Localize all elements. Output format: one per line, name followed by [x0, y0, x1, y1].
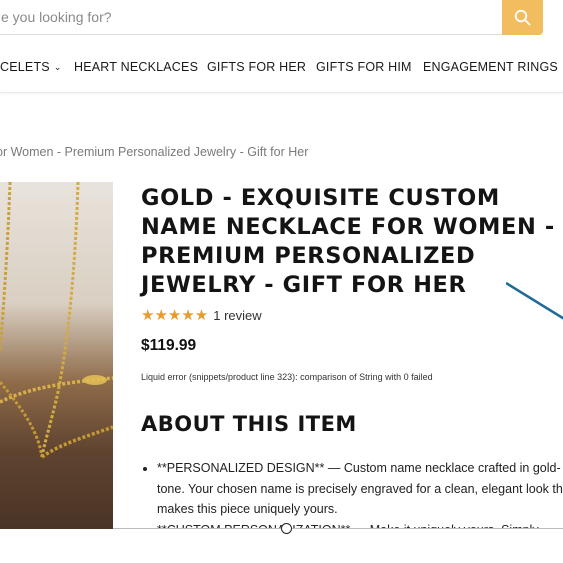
- product-title: GOLD - EXQUISITE CUSTOM NAME NECKLACE FO…: [141, 185, 555, 298]
- nav-item-label: CELETS: [0, 60, 50, 74]
- search-button[interactable]: [502, 0, 543, 35]
- nav-item-label: GIFTS FOR HER: [207, 60, 307, 74]
- nav-item-heart-necklaces[interactable]: HEART NECKLACES: [74, 60, 198, 74]
- nav-item-engagement-rings[interactable]: ENGAGEMENT RINGS: [423, 60, 558, 74]
- chevron-down-icon: ⌄: [53, 62, 62, 72]
- breadcrumb[interactable]: or Women - Premium Personalized Jewelry …: [0, 145, 308, 159]
- liquid-error-message: Liquid error (snippets/product line 323)…: [141, 372, 433, 382]
- list-item: **PERSONALIZED DESIGN** — Custom name ne…: [157, 458, 563, 520]
- nav-item-label: GIFTS FOR HIM: [316, 60, 412, 74]
- search-input[interactable]: [0, 0, 502, 35]
- about-heading: ABOUT THIS ITEM: [141, 412, 357, 436]
- annotation-line: [506, 281, 563, 320]
- nav-item-label: ENGAGEMENT RINGS: [423, 60, 558, 74]
- product-image[interactable]: [0, 182, 113, 529]
- site-header: CELETS⌄ HEART NECKLACES GIFTS FOR HER GI…: [0, 0, 563, 93]
- main-nav: CELETS ⌄ HEART NECKLACES GIFTS FOR HER GI…: [0, 52, 563, 82]
- necklace-photo: [0, 182, 113, 459]
- review-count[interactable]: 1 review: [213, 308, 261, 323]
- nav-item-label: HEART NECKLACES: [74, 60, 199, 74]
- search-icon: [514, 9, 531, 26]
- product-rating[interactable]: ★★★★★ 1 review: [141, 306, 262, 324]
- nav-item-gifts-for-her[interactable]: GIFTS FOR HER: [207, 60, 306, 74]
- star-icon: ★★★★★: [141, 307, 209, 324]
- divider: [113, 528, 563, 529]
- scroll-handle[interactable]: [281, 523, 292, 534]
- nav-item-gifts-for-him[interactable]: GIFTS FOR HIM: [316, 60, 412, 74]
- page-bottom: [0, 529, 563, 563]
- nav-item-bracelets[interactable]: CELETS ⌄: [0, 60, 62, 74]
- product-price: $119.99: [141, 337, 197, 354]
